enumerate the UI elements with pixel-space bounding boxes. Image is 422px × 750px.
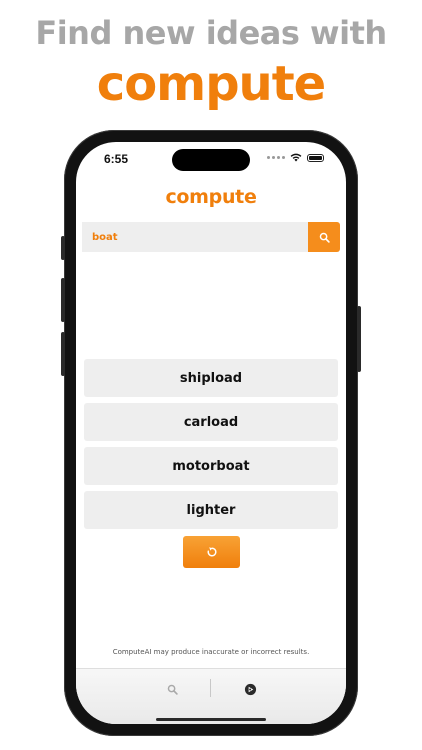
promo-headline: Find new ideas with <box>35 14 387 52</box>
results-list: shipload carload motorboat lighter <box>84 359 338 535</box>
search-button[interactable] <box>308 222 340 252</box>
result-item[interactable]: shipload <box>84 359 338 397</box>
promo-brand-name: compute <box>96 56 326 112</box>
battery-icon <box>307 153 324 162</box>
phone-action-button <box>61 236 65 260</box>
phone-screen: 6:55 compute shipload carload motorboat … <box>76 142 346 724</box>
tab-divider <box>210 679 211 697</box>
refresh-button[interactable] <box>183 536 240 568</box>
tab-explore[interactable] <box>240 679 260 699</box>
refresh-icon <box>207 547 217 557</box>
status-time: 6:55 <box>104 152 129 166</box>
wifi-icon <box>290 153 302 162</box>
phone-power-button <box>357 306 361 372</box>
search-input[interactable] <box>82 222 308 252</box>
status-indicators <box>267 153 324 162</box>
phone-volume-up-button <box>61 278 65 322</box>
result-item[interactable]: motorboat <box>84 447 338 485</box>
app-logo: compute <box>165 186 257 208</box>
result-item[interactable]: lighter <box>84 491 338 529</box>
search-bar <box>82 222 340 252</box>
result-item[interactable]: carload <box>84 403 338 441</box>
tab-bar <box>76 668 346 724</box>
tab-search[interactable] <box>162 679 182 699</box>
disclaimer-text: ComputeAI may produce inaccurate or inco… <box>112 648 310 656</box>
compass-icon <box>244 683 256 695</box>
dynamic-island <box>172 149 250 171</box>
search-icon <box>319 232 330 243</box>
signal-dots-icon <box>267 156 285 159</box>
phone-volume-down-button <box>61 332 65 376</box>
search-icon <box>167 684 178 695</box>
home-indicator <box>156 718 266 721</box>
